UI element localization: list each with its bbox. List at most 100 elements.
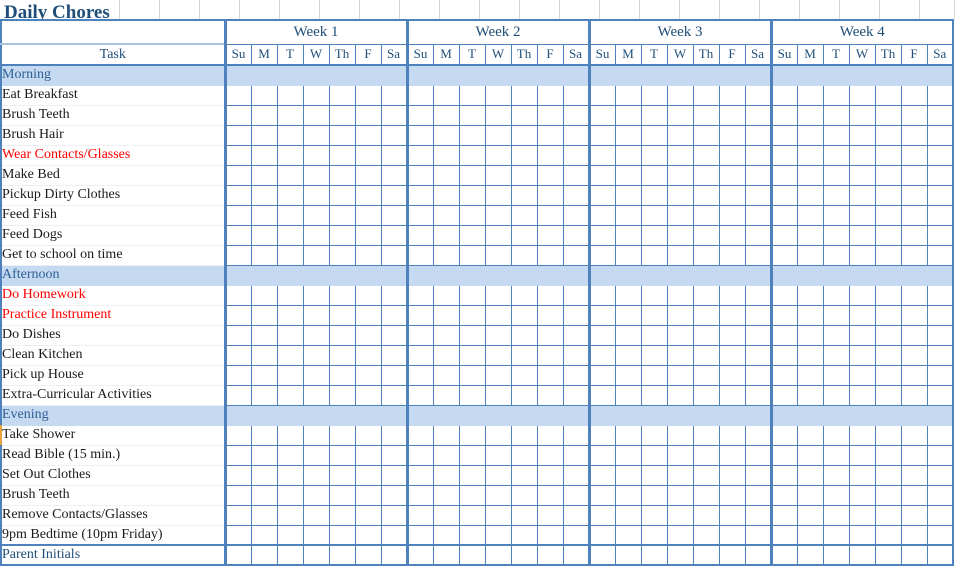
checkbox-cell[interactable] <box>614 104 642 126</box>
checkbox-cell[interactable] <box>562 364 590 386</box>
checkbox-cell[interactable] <box>640 364 668 386</box>
checkbox-cell[interactable] <box>666 484 694 506</box>
checkbox-cell[interactable] <box>510 384 538 406</box>
checkbox-cell[interactable] <box>692 164 720 186</box>
checkbox-cell[interactable] <box>796 144 824 166</box>
checkbox-cell[interactable] <box>587 284 616 306</box>
checkbox-cell[interactable] <box>536 484 564 506</box>
checkbox-cell[interactable] <box>744 484 772 506</box>
checkbox-cell[interactable] <box>380 244 408 266</box>
checkbox-cell[interactable] <box>354 464 382 486</box>
checkbox-cell[interactable] <box>250 324 278 346</box>
checkbox-cell[interactable] <box>405 424 434 446</box>
checkbox-cell[interactable] <box>302 284 330 306</box>
checkbox-cell[interactable] <box>796 344 824 366</box>
checkbox-cell[interactable] <box>354 324 382 346</box>
checkbox-cell[interactable] <box>380 444 408 466</box>
checkbox-cell[interactable] <box>405 304 434 326</box>
checkbox-cell[interactable] <box>926 224 954 246</box>
checkbox-cell[interactable] <box>458 84 486 106</box>
checkbox-cell[interactable] <box>302 124 330 146</box>
checkbox-cell[interactable] <box>796 484 824 506</box>
checkbox-cell[interactable] <box>432 284 460 306</box>
checkbox-cell[interactable] <box>458 124 486 146</box>
checkbox-cell[interactable] <box>432 464 460 486</box>
checkbox-cell[interactable] <box>223 284 252 306</box>
checkbox-cell[interactable] <box>328 204 356 226</box>
checkbox-cell[interactable] <box>744 204 772 226</box>
checkbox-cell[interactable] <box>587 244 616 266</box>
checkbox-cell[interactable] <box>536 204 564 226</box>
checkbox-cell[interactable] <box>250 304 278 326</box>
checkbox-cell[interactable] <box>614 364 642 386</box>
checkbox-cell[interactable] <box>484 204 512 226</box>
checkbox-cell[interactable] <box>614 304 642 326</box>
checkbox-cell[interactable] <box>354 304 382 326</box>
checkbox-cell[interactable] <box>744 464 772 486</box>
checkbox-cell[interactable] <box>587 84 616 106</box>
checkbox-cell[interactable] <box>458 464 486 486</box>
checkbox-cell[interactable] <box>276 484 304 506</box>
checkbox-cell[interactable] <box>405 204 434 226</box>
checkbox-cell[interactable] <box>405 324 434 346</box>
checkbox-cell[interactable] <box>744 244 772 266</box>
checkbox-cell[interactable] <box>562 104 590 126</box>
checkbox-cell[interactable] <box>276 124 304 146</box>
checkbox-cell[interactable] <box>769 484 798 506</box>
checkbox-cell[interactable] <box>874 184 902 206</box>
checkbox-cell[interactable] <box>900 124 928 146</box>
checkbox-cell[interactable] <box>666 104 694 126</box>
checkbox-cell[interactable] <box>692 144 720 166</box>
checkbox-cell[interactable] <box>874 284 902 306</box>
checkbox-cell[interactable] <box>874 144 902 166</box>
checkbox-cell[interactable] <box>666 444 694 466</box>
checkbox-cell[interactable] <box>328 424 356 446</box>
parent-initials-cell[interactable] <box>250 544 278 566</box>
checkbox-cell[interactable] <box>848 324 876 346</box>
checkbox-cell[interactable] <box>587 144 616 166</box>
checkbox-cell[interactable] <box>692 324 720 346</box>
checkbox-cell[interactable] <box>458 484 486 506</box>
checkbox-cell[interactable] <box>692 284 720 306</box>
checkbox-cell[interactable] <box>900 244 928 266</box>
checkbox-cell[interactable] <box>587 104 616 126</box>
checkbox-cell[interactable] <box>848 344 876 366</box>
checkbox-cell[interactable] <box>250 84 278 106</box>
checkbox-cell[interactable] <box>874 484 902 506</box>
checkbox-cell[interactable] <box>848 444 876 466</box>
checkbox-cell[interactable] <box>328 444 356 466</box>
checkbox-cell[interactable] <box>405 364 434 386</box>
checkbox-cell[interactable] <box>302 244 330 266</box>
checkbox-cell[interactable] <box>587 524 616 546</box>
checkbox-cell[interactable] <box>848 84 876 106</box>
checkbox-cell[interactable] <box>276 244 304 266</box>
checkbox-cell[interactable] <box>796 324 824 346</box>
checkbox-cell[interactable] <box>380 484 408 506</box>
checkbox-cell[interactable] <box>223 164 252 186</box>
checkbox-cell[interactable] <box>250 384 278 406</box>
checkbox-cell[interactable] <box>380 184 408 206</box>
checkbox-cell[interactable] <box>822 284 850 306</box>
checkbox-cell[interactable] <box>587 384 616 406</box>
checkbox-cell[interactable] <box>926 384 954 406</box>
checkbox-cell[interactable] <box>744 524 772 546</box>
checkbox-cell[interactable] <box>587 444 616 466</box>
parent-initials-cell[interactable] <box>718 544 746 566</box>
checkbox-cell[interactable] <box>250 284 278 306</box>
checkbox-cell[interactable] <box>562 484 590 506</box>
checkbox-cell[interactable] <box>614 384 642 406</box>
checkbox-cell[interactable] <box>302 164 330 186</box>
checkbox-cell[interactable] <box>900 504 928 526</box>
checkbox-cell[interactable] <box>536 284 564 306</box>
checkbox-cell[interactable] <box>926 364 954 386</box>
checkbox-cell[interactable] <box>796 424 824 446</box>
parent-initials-cell[interactable] <box>510 544 538 566</box>
checkbox-cell[interactable] <box>484 84 512 106</box>
checkbox-cell[interactable] <box>718 204 746 226</box>
checkbox-cell[interactable] <box>484 124 512 146</box>
checkbox-cell[interactable] <box>666 84 694 106</box>
checkbox-cell[interactable] <box>223 524 252 546</box>
checkbox-cell[interactable] <box>250 244 278 266</box>
checkbox-cell[interactable] <box>380 104 408 126</box>
checkbox-cell[interactable] <box>380 284 408 306</box>
